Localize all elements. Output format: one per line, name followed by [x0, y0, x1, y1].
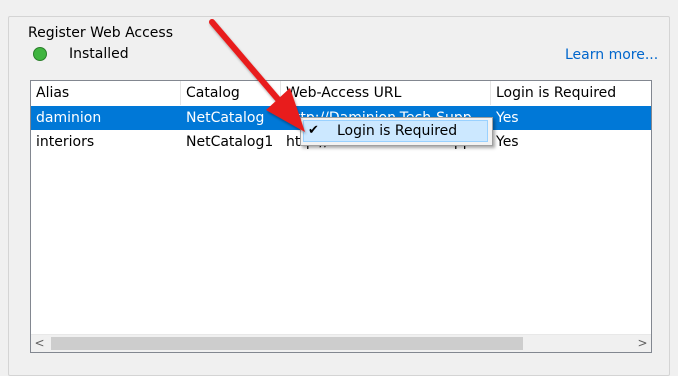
column-header-login-required[interactable]: Login is Required: [491, 81, 651, 105]
status-label: Installed: [69, 46, 129, 62]
column-header-url[interactable]: Web-Access URL: [281, 81, 491, 105]
cell-login-required: Yes: [496, 110, 519, 126]
checkmark-icon: ✔: [308, 123, 319, 138]
column-header-catalog[interactable]: Catalog: [181, 81, 281, 105]
context-menu: ✔ Login is Required: [300, 117, 493, 146]
list-header: Alias Catalog Web-Access URL Login is Re…: [31, 81, 651, 105]
status-indicator-icon: [33, 47, 47, 61]
horizontal-scrollbar[interactable]: < >: [31, 334, 651, 352]
cell-catalog: NetCatalog: [186, 110, 265, 126]
cell-login-required: Yes: [496, 134, 519, 150]
scroll-right-icon[interactable]: >: [634, 335, 651, 352]
cell-alias: daminion: [36, 110, 102, 126]
menu-item-label: Login is Required: [337, 123, 458, 139]
cell-alias: interiors: [36, 134, 95, 150]
cell-catalog: NetCatalog1: [186, 134, 274, 150]
scroll-left-icon[interactable]: <: [31, 335, 48, 352]
menu-item-login-required[interactable]: ✔ Login is Required: [303, 120, 488, 142]
learn-more-link[interactable]: Learn more...: [565, 45, 658, 65]
column-header-alias[interactable]: Alias: [31, 81, 181, 105]
scrollbar-thumb[interactable]: [51, 337, 523, 350]
group-title: Register Web Access: [25, 23, 176, 43]
